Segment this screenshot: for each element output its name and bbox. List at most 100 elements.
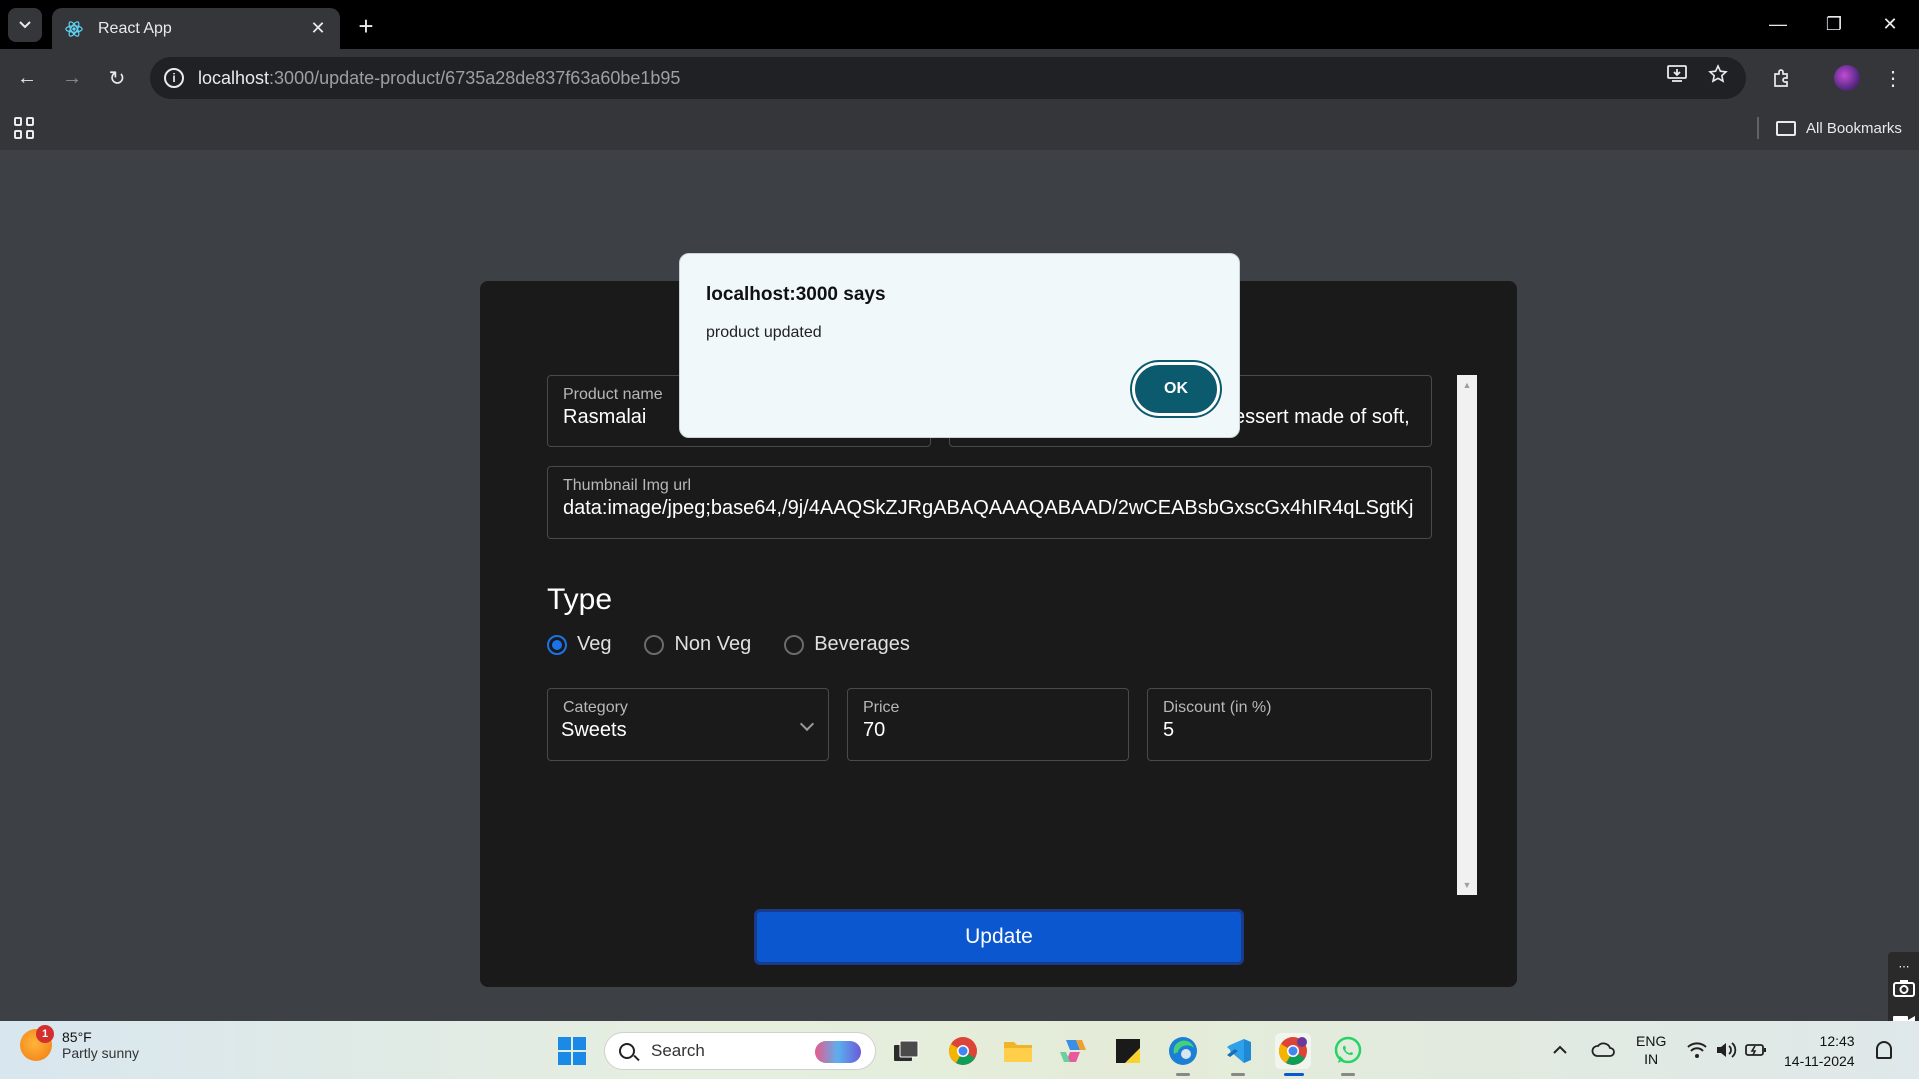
vscode-running-indicator <box>1231 1073 1245 1076</box>
discount-label: Discount (in %) <box>1163 699 1272 716</box>
whatsapp-icon[interactable] <box>1330 1033 1366 1069</box>
language-indicator[interactable]: ENG IN <box>1636 1021 1666 1079</box>
chrome-active-indicator <box>1284 1073 1304 1076</box>
tab-title: React App <box>98 19 172 37</box>
browser-tab-strip: React App ✕ + — ❐ ✕ <box>0 0 1919 49</box>
category-select[interactable]: Category Sweets <box>547 688 829 761</box>
price-label: Price <box>863 699 900 716</box>
radio-veg[interactable]: Veg <box>547 633 611 656</box>
thumbnail-url-label: Thumbnail Img url <box>563 477 692 494</box>
update-button[interactable]: Update <box>754 909 1244 965</box>
active-tab[interactable]: React App ✕ <box>52 8 340 49</box>
weather-desc: Partly sunny <box>62 1045 140 1061</box>
task-view-icon[interactable] <box>888 1033 924 1069</box>
copilot-icon[interactable] <box>1055 1033 1091 1069</box>
camera-icon[interactable] <box>1892 976 1916 1000</box>
system-clock[interactable]: 12:43 14-11-2024 <box>1784 1031 1855 1071</box>
edge-running-indicator <box>1176 1073 1190 1076</box>
onedrive-cloud-icon[interactable] <box>1591 1021 1615 1079</box>
radio-veg-button[interactable] <box>547 634 567 655</box>
battery-icon[interactable] <box>1745 1021 1767 1079</box>
weather-temp: 85°F <box>62 1029 92 1045</box>
tab-search-button[interactable] <box>8 8 42 42</box>
url-host: localhost <box>198 67 270 88</box>
edge-icon[interactable] <box>1165 1033 1201 1069</box>
show-hidden-icons-chevron-up-icon[interactable] <box>1552 1021 1568 1079</box>
address-bar[interactable]: i localhost:3000/update-product/6735a28d… <box>150 57 1746 99</box>
browser-toolbar: ← → ↻ i localhost:3000/update-product/67… <box>0 49 1919 107</box>
window-close-icon[interactable]: ✕ <box>1870 10 1910 38</box>
clock-time: 12:43 <box>1819 1033 1855 1049</box>
dialog-message: product updated <box>706 324 822 341</box>
wifi-icon[interactable] <box>1686 1021 1708 1079</box>
weather-sun-icon: 1 <box>20 1025 54 1061</box>
radio-non-veg-label: Non Veg <box>674 633 752 655</box>
radio-beverages-button[interactable] <box>784 634 805 655</box>
weather-widget[interactable]: 1 85°F Partly sunny <box>20 1025 140 1061</box>
type-radio-group: Veg Non Veg Beverages <box>547 633 943 656</box>
bookmarks-bar: All Bookmarks <box>0 107 1919 150</box>
windows-start-icon[interactable] <box>554 1033 590 1069</box>
whatsapp-running-indicator <box>1341 1073 1355 1076</box>
thumbnail-url-input[interactable]: data:image/jpeg;base64,/9j/4AAQSkZJRgABA… <box>563 497 1416 520</box>
radio-beverages[interactable]: Beverages <box>784 633 910 656</box>
extensions-icon[interactable] <box>1764 61 1798 95</box>
forward-arrow-icon[interactable]: → <box>55 61 89 95</box>
folder-icon <box>1776 120 1796 136</box>
page-viewport: Update Item Product name Rasmalai Produc… <box>0 150 1919 1079</box>
radio-non-veg[interactable]: Non Veg <box>644 633 751 656</box>
scroll-up-arrow-icon[interactable]: ▲ <box>1457 377 1477 393</box>
alert-dialog: localhost:3000 says product updated OK <box>679 253 1240 438</box>
all-bookmarks-button[interactable]: All Bookmarks <box>1776 115 1902 141</box>
profile-avatar[interactable] <box>1834 65 1860 91</box>
url-path: :3000/update-product/6735a28de837f63a60b… <box>269 67 681 88</box>
form-scroll-area: Product name Rasmalai Product Descriptio… <box>547 375 1456 895</box>
bing-highlight-icon <box>815 1041 861 1063</box>
chrome-active-icon[interactable] <box>1275 1033 1311 1069</box>
restore-icon[interactable]: ❐ <box>1814 10 1854 38</box>
weather-badge: 1 <box>36 1025 54 1043</box>
price-input[interactable]: 70 <box>863 719 1113 742</box>
form-scrollbar[interactable]: ▲ ▼ <box>1457 375 1477 895</box>
type-heading: Type <box>547 583 613 616</box>
dialog-ok-button[interactable]: OK <box>1132 362 1220 416</box>
scroll-down-arrow-icon[interactable]: ▼ <box>1457 877 1477 893</box>
react-icon <box>64 19 84 39</box>
chrome-icon[interactable] <box>945 1033 981 1069</box>
new-tab-button[interactable]: + <box>352 11 380 41</box>
dialog-title: localhost:3000 says <box>706 284 886 305</box>
back-arrow-icon[interactable]: ← <box>10 61 44 95</box>
taskbar-search-placeholder: Search <box>651 1041 705 1060</box>
close-tab-icon[interactable]: ✕ <box>308 18 328 39</box>
pin-more-icon[interactable]: ⋯ <box>1892 954 1916 978</box>
taskbar-search[interactable]: Search <box>604 1032 876 1070</box>
discount-field[interactable]: Discount (in %) 5 <box>1147 688 1432 761</box>
reload-icon[interactable]: ↻ <box>100 61 134 95</box>
bookmarks-divider <box>1757 117 1759 139</box>
notification-bell-icon[interactable] <box>1876 1041 1892 1059</box>
category-label: Category <box>563 699 628 716</box>
volume-icon[interactable] <box>1715 1021 1737 1079</box>
lang-bottom: IN <box>1644 1051 1659 1067</box>
site-info-icon[interactable]: i <box>164 68 184 88</box>
discount-input[interactable]: 5 <box>1163 719 1416 742</box>
radio-veg-label: Veg <box>577 633 612 655</box>
install-app-icon[interactable] <box>1660 57 1694 91</box>
thumbnail-url-field[interactable]: Thumbnail Img url data:image/jpeg;base64… <box>547 466 1432 539</box>
category-value: Sweets <box>561 719 627 741</box>
price-field[interactable]: Price 70 <box>847 688 1129 761</box>
chevron-down-icon <box>19 21 31 29</box>
all-bookmarks-label: All Bookmarks <box>1806 119 1902 137</box>
search-icon <box>619 1043 635 1059</box>
menu-kebab-icon[interactable]: ⋮ <box>1876 61 1910 95</box>
minimize-icon[interactable]: — <box>1758 10 1798 38</box>
bookmark-star-icon[interactable] <box>1701 57 1735 91</box>
radio-beverages-label: Beverages <box>814 633 910 655</box>
radio-non-veg-button[interactable] <box>644 634 665 655</box>
apps-grid-icon[interactable] <box>14 117 36 139</box>
vscode-icon[interactable] <box>1220 1033 1256 1069</box>
lang-top: ENG <box>1636 1033 1667 1049</box>
windows-taskbar: 1 85°F Partly sunny Search ENG IN 12:43 … <box>0 1021 1919 1079</box>
sticky-notes-icon[interactable] <box>1110 1033 1146 1069</box>
file-explorer-icon[interactable] <box>1000 1033 1036 1069</box>
